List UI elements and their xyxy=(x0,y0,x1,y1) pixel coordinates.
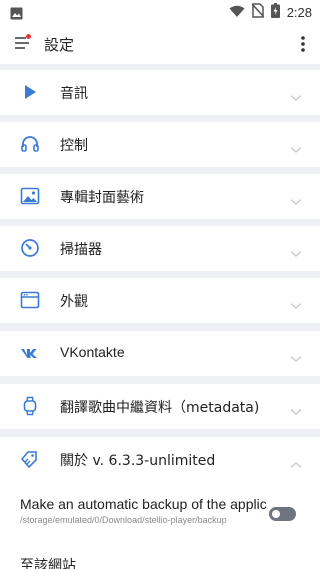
wifi-icon xyxy=(229,3,245,22)
vk-icon xyxy=(20,343,40,363)
chevron-down-icon xyxy=(290,401,302,415)
tags-icon xyxy=(20,449,40,469)
website-link[interactable]: 至該網站 xyxy=(20,555,76,569)
chevron-down-icon xyxy=(290,295,302,309)
section-audio[interactable]: 音訊 xyxy=(0,70,320,115)
section-vkontakte[interactable]: VKontakte xyxy=(0,331,320,376)
section-label: 專輯封面藝術 xyxy=(60,190,144,206)
section-translate-metadata[interactable]: 翻譯歌曲中繼資料（metadata) xyxy=(0,384,320,429)
section-about: 關於 v. 6.3.3-unlimited Make an automatic … xyxy=(0,437,320,569)
section-about-header[interactable]: 關於 v. 6.3.3-unlimited xyxy=(0,437,320,482)
chevron-down-icon xyxy=(290,87,302,101)
more-vertical-icon[interactable] xyxy=(298,34,308,54)
chevron-down-icon xyxy=(290,191,302,205)
chevron-up-icon xyxy=(290,454,302,469)
play-icon xyxy=(20,82,40,102)
backup-setting-title[interactable]: Make an automatic backup of the applic.. xyxy=(20,496,268,512)
status-bar: 2:28 xyxy=(0,0,320,24)
page-title: 設定 xyxy=(44,36,75,54)
toggle-knob xyxy=(272,510,280,518)
section-label: 掃描器 xyxy=(60,242,102,258)
section-label: 翻譯歌曲中繼資料（metadata) xyxy=(60,400,260,416)
section-scanner[interactable]: 掃描器 xyxy=(0,226,320,271)
window-icon xyxy=(20,290,40,310)
app-bar: 設定 xyxy=(0,24,320,64)
section-label: VKontakte xyxy=(60,344,125,360)
image-icon xyxy=(10,5,23,24)
menu-icon[interactable] xyxy=(14,34,32,52)
no-sim-icon xyxy=(251,3,265,22)
chevron-down-icon xyxy=(290,243,302,257)
chevron-down-icon xyxy=(290,139,302,153)
battery-charging-icon xyxy=(270,3,280,22)
backup-toggle[interactable] xyxy=(269,507,296,521)
gauge-icon xyxy=(20,238,40,258)
section-label: 控制 xyxy=(60,138,88,154)
section-appearance[interactable]: 外觀 xyxy=(0,278,320,323)
image-icon xyxy=(20,186,40,206)
section-label: 關於 v. 6.3.3-unlimited xyxy=(60,453,216,469)
backup-path: /storage/emulated/0/Download/stellio-pla… xyxy=(20,515,227,525)
section-label: 音訊 xyxy=(60,86,88,102)
section-label: 外觀 xyxy=(60,294,88,310)
watch-icon xyxy=(20,396,40,416)
status-time: 2:28 xyxy=(286,5,312,20)
headphones-icon xyxy=(20,134,40,154)
section-album-art[interactable]: 專輯封面藝術 xyxy=(0,174,320,219)
section-controls[interactable]: 控制 xyxy=(0,122,320,167)
chevron-down-icon xyxy=(290,348,302,362)
